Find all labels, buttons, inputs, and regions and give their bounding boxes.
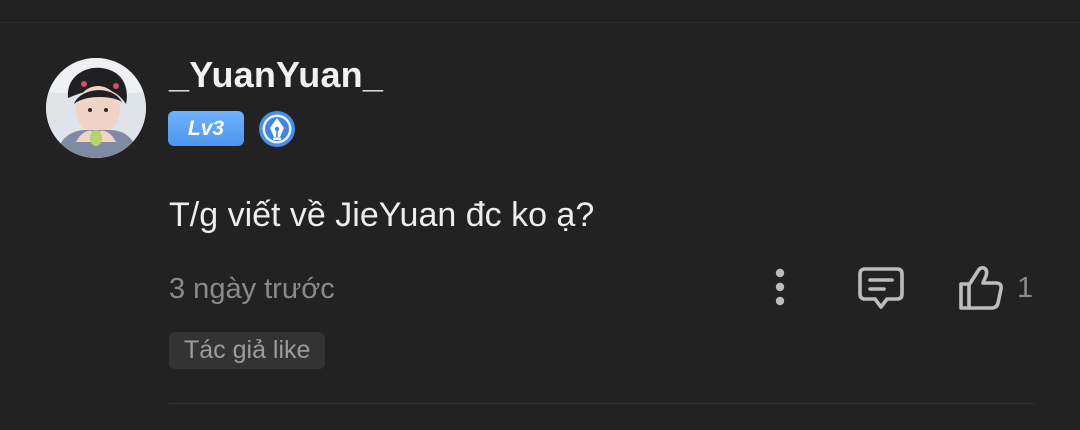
author-liked-tag: Tác giả like (169, 332, 326, 369)
pen-nib-icon (258, 110, 296, 148)
level-badge: Lv3 (168, 111, 244, 146)
avatar-image (46, 58, 146, 158)
timestamp: 3 ngày trước (169, 273, 335, 305)
reply-button[interactable] (856, 264, 906, 312)
top-divider (0, 22, 1080, 23)
like-count: 1 (1017, 272, 1034, 304)
bottom-divider (169, 403, 1035, 404)
more-options-button[interactable] (760, 266, 800, 308)
thumbs-up-icon (959, 266, 1003, 310)
comment-icon (858, 267, 904, 309)
username[interactable]: _YuanYuan_ (169, 54, 383, 96)
more-vertical-icon (775, 268, 785, 306)
like-button[interactable]: 1 (956, 262, 1046, 312)
avatar[interactable] (46, 58, 146, 158)
comment-text: T/g viết về JieYuan đc ko ạ? (169, 196, 595, 234)
